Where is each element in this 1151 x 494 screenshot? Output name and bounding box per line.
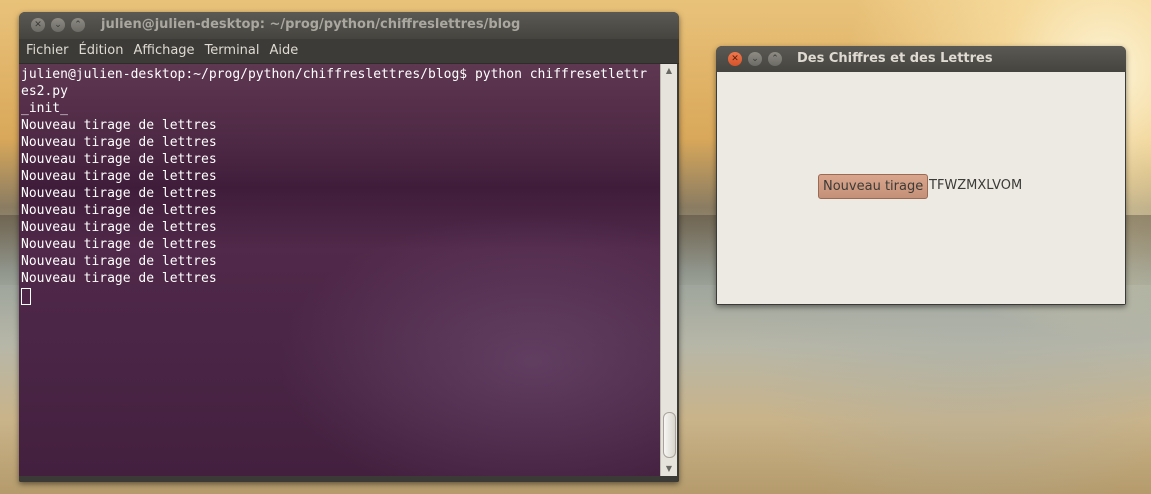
maximize-icon[interactable]: ⌃ <box>71 18 85 32</box>
app-window[interactable]: ✕ ⌄ ⌃ Des Chiffres et des Lettres Nouvea… <box>716 46 1126 305</box>
menu-edition[interactable]: Édition <box>74 39 129 63</box>
terminal-scrollbar[interactable]: ▲ ▼ <box>660 64 677 476</box>
maximize-icon[interactable]: ⌃ <box>768 52 782 66</box>
terminal-text: julien@julien-desktop:~/prog/python/chif… <box>21 66 661 305</box>
menu-affichage[interactable]: Affichage <box>128 39 199 63</box>
terminal-titlebar[interactable]: ✕ ⌄ ⌃ julien@julien-desktop: ~/prog/pyth… <box>19 12 679 39</box>
terminal-line: es2.py <box>21 84 68 99</box>
terminal-line: Nouveau tirage de lettres <box>21 237 217 252</box>
terminal-line: Nouveau tirage de lettres <box>21 271 217 286</box>
terminal-line: Nouveau tirage de lettres <box>21 118 217 133</box>
terminal-frame-bottom <box>19 476 679 482</box>
close-icon[interactable]: ✕ <box>31 18 45 32</box>
terminal-line: Nouveau tirage de lettres <box>21 186 217 201</box>
app-content: Nouveau tirage TFWZMXLVOM <box>717 72 1125 304</box>
new-draw-button[interactable]: Nouveau tirage <box>818 174 929 199</box>
terminal-line: Nouveau tirage de lettres <box>21 169 217 184</box>
drawn-letters: TFWZMXLVOM <box>929 178 1023 193</box>
scroll-down-icon[interactable]: ▼ <box>661 462 677 476</box>
terminal-line: Nouveau tirage de lettres <box>21 203 217 218</box>
terminal-line: _init_ <box>21 101 68 116</box>
app-title: Des Chiffres et des Lettres <box>797 51 993 66</box>
terminal-menubar: Fichier Édition Affichage Terminal Aide <box>19 39 679 64</box>
terminal-window[interactable]: ✕ ⌄ ⌃ julien@julien-desktop: ~/prog/pyth… <box>19 12 679 482</box>
terminal-output[interactable]: julien@julien-desktop:~/prog/python/chif… <box>19 64 661 476</box>
close-icon[interactable]: ✕ <box>728 52 742 66</box>
terminal-line: Nouveau tirage de lettres <box>21 220 217 235</box>
menu-fichier[interactable]: Fichier <box>21 39 74 63</box>
terminal-line: Nouveau tirage de lettres <box>21 254 217 269</box>
minimize-icon[interactable]: ⌄ <box>748 52 762 66</box>
terminal-cursor <box>21 288 31 305</box>
terminal-title: julien@julien-desktop: ~/prog/python/chi… <box>101 17 521 32</box>
menu-aide[interactable]: Aide <box>265 39 304 63</box>
terminal-line: julien@julien-desktop:~/prog/python/chif… <box>21 67 648 82</box>
app-titlebar[interactable]: ✕ ⌄ ⌃ Des Chiffres et des Lettres <box>716 46 1126 72</box>
menu-terminal[interactable]: Terminal <box>200 39 265 63</box>
scrollbar-thumb[interactable] <box>663 412 676 458</box>
terminal-line: Nouveau tirage de lettres <box>21 135 217 150</box>
minimize-icon[interactable]: ⌄ <box>51 18 65 32</box>
terminal-line: Nouveau tirage de lettres <box>21 152 217 167</box>
scroll-up-icon[interactable]: ▲ <box>661 64 677 78</box>
